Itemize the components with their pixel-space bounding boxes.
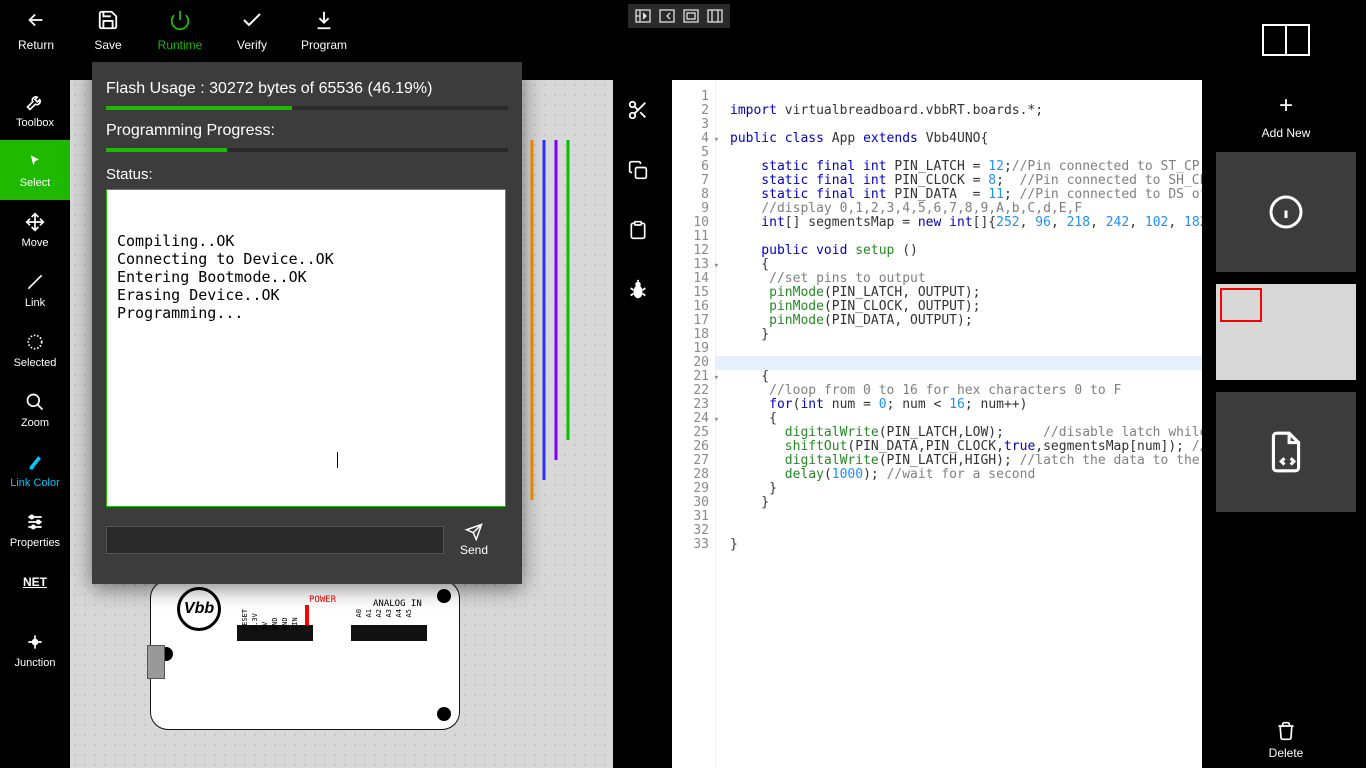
design-preview-tile[interactable] [1216,284,1356,380]
save-button[interactable]: Save [72,0,144,62]
net-icon: NET [23,571,47,593]
pencil-icon [25,271,45,293]
pointer-icon [25,151,45,173]
tools-icon [25,91,45,113]
view-mode-1-icon[interactable] [632,6,654,26]
power-pin-labels: RESET3.3V5VGNDGNDVIN [241,609,299,630]
info-tile[interactable] [1216,152,1356,272]
sliders-icon [25,511,45,533]
code-body[interactable]: import virtualbreadboard.vbbRT.boards.*;… [716,80,1202,768]
analog-pin-labels: A0A1A2A3A4A5 [355,609,413,617]
download-icon [313,6,335,34]
trash-icon [1276,720,1296,742]
view-mode-group [628,4,730,28]
save-label: Save [94,38,121,52]
verify-button[interactable]: Verify [216,0,288,62]
program-button[interactable]: Program [288,0,360,62]
selected-label: Selected [14,357,57,369]
mounting-hole-icon [437,707,451,721]
selection-icon [25,331,45,353]
power-led-icon [305,605,309,625]
copy-icon [628,160,648,180]
cut-button[interactable] [613,80,663,140]
link-label: Link [25,297,45,309]
status-output[interactable]: Compiling..OKConnecting to Device..OKEnt… [106,189,506,507]
send-label: Send [460,543,488,557]
zoom-label: Zoom [21,417,49,429]
sidebar-zoom[interactable]: Zoom [0,380,70,440]
add-new-label: Add New [1262,126,1311,140]
power-icon [169,6,191,34]
send-button[interactable]: Send [460,523,488,557]
flash-usage-label: Flash Usage : 30272 bytes of 65536 (46.1… [106,80,508,98]
scissors-icon [627,99,649,121]
delete-button[interactable]: Delete [1269,720,1304,760]
junction-icon [25,631,45,653]
arduino-board[interactable]: Vbb POWER ANALOG IN RESET3.3V5VGNDGNDVIN… [150,580,460,730]
sidebar-select[interactable]: Select [0,140,70,200]
vbb-logo: Vbb [177,587,221,631]
clipboard-icon [628,220,648,240]
runtime-button[interactable]: Runtime [144,0,216,62]
program-label: Program [301,38,347,52]
paste-button[interactable] [613,200,663,260]
move-icon [25,211,45,233]
return-button[interactable]: Return [0,0,72,62]
sidebar-move[interactable]: Move [0,200,70,260]
info-icon [1268,194,1304,230]
sidebar-junction[interactable]: Junction [0,620,70,680]
return-label: Return [18,38,54,52]
runtime-label: Runtime [158,38,203,52]
magnify-icon [25,391,45,413]
view-mode-4-icon[interactable] [704,6,726,26]
send-icon [464,523,484,541]
programming-dialog: Flash Usage : 30272 bytes of 65536 (46.1… [92,62,522,584]
preview-selection-box [1220,288,1262,322]
code-editor[interactable]: 1234▾5678910111213▾1415161718192021▾2223… [672,80,1202,768]
usb-port-icon [147,645,165,679]
sidebar-toolbox[interactable]: Toolbox [0,80,70,140]
programming-progress-label: Programming Progress: [106,122,508,140]
programming-progress-bar [106,148,508,152]
link-color-label: Link Color [10,477,60,489]
plus-icon: + [1279,92,1293,120]
status-heading: Status: [106,166,508,183]
mounting-hole-icon [437,589,451,603]
analog-in-label: ANALOG IN [373,599,422,609]
paint-icon [25,451,45,473]
analog-pin-header [351,625,427,641]
view-mode-3-icon[interactable] [680,6,702,26]
code-file-tile[interactable] [1216,392,1356,512]
toolbox-label: Toolbox [16,117,54,129]
serial-input[interactable] [106,526,444,554]
debug-button[interactable] [613,260,663,320]
sidebar-link-color[interactable]: Link Color [0,440,70,500]
code-file-icon [1266,430,1306,474]
sidebar-net[interactable]: NET [0,560,70,620]
delete-label: Delete [1269,746,1304,760]
save-icon [97,6,119,34]
junction-label: Junction [15,657,56,669]
wire-traces [510,140,610,560]
back-arrow-icon [25,6,47,34]
add-new-button[interactable]: + Add New [1262,92,1311,140]
layout-split-button[interactable] [1262,24,1310,56]
properties-label: Properties [10,537,60,549]
sidebar-selected[interactable]: Selected [0,320,70,380]
sidebar-properties[interactable]: Properties [0,500,70,560]
move-label: Move [22,237,49,249]
select-label: Select [20,177,51,189]
text-caret-icon [337,452,338,468]
bug-icon [627,279,649,301]
flash-usage-bar [106,106,508,110]
sidebar-link[interactable]: Link [0,260,70,320]
view-mode-2-icon[interactable] [656,6,678,26]
verify-label: Verify [237,38,267,52]
power-label: POWER [309,595,336,605]
line-gutter: 1234▾5678910111213▾1415161718192021▾2223… [672,80,716,768]
copy-button[interactable] [613,140,663,200]
check-icon [240,6,264,34]
